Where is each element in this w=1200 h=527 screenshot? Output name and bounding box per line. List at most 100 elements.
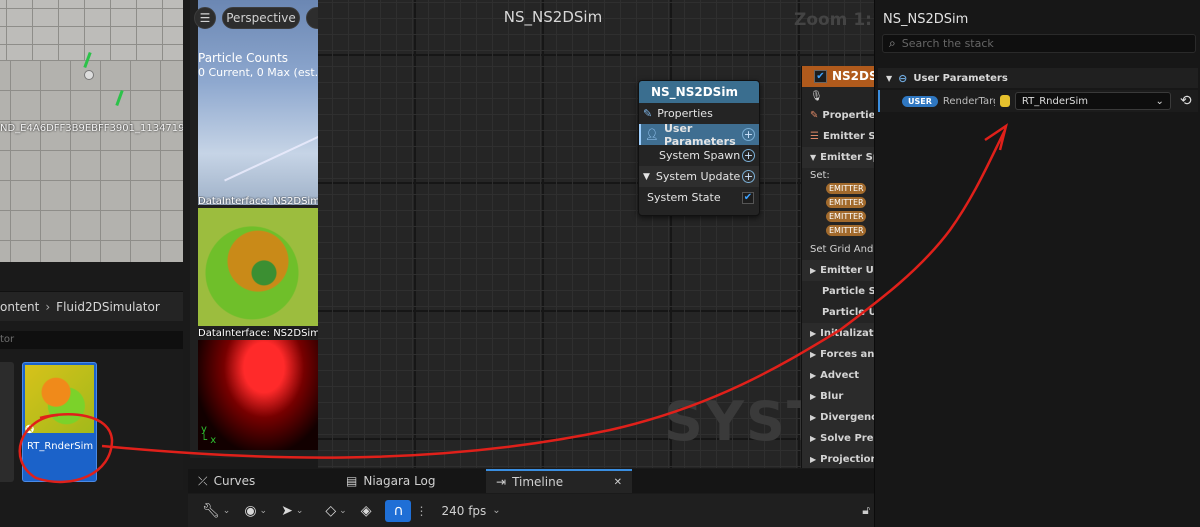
level-viewport[interactable]: ND_E4A6DFF3B9EBFF3901_1134719232 (0, 0, 183, 262)
wrench-icon[interactable]: 🔧︎ ⌄ (202, 503, 230, 519)
chevron-down-icon[interactable]: ⌄ (492, 505, 500, 516)
parameter-value: RT_RnderSim (1021, 95, 1088, 107)
sky-background (198, 0, 318, 205)
eye-icon[interactable]: ◉ ⌄ (244, 503, 267, 519)
tab-label: Curves (213, 474, 256, 488)
expand-arrow-icon[interactable]: ▶ (810, 266, 816, 275)
enabled-checkbox[interactable]: ✔ (742, 191, 754, 204)
stack-search-input[interactable]: ⌕ Search the stack (882, 34, 1196, 53)
timeline-icon: ⇥ (496, 475, 507, 489)
add-icon[interactable]: + (742, 149, 755, 162)
emitter-pin-icon: 🎙︎ (810, 90, 823, 102)
add-icon[interactable]: + (742, 128, 755, 141)
user-icon: 👤︎ (645, 128, 659, 141)
cursor-icon[interactable]: ➤ ⌄ (281, 503, 303, 519)
fps-select[interactable]: 240 fps (441, 504, 486, 518)
pencil-icon: ✎ (810, 110, 819, 121)
emitter-row-divergence[interactable]: ▶ Divergence (802, 407, 874, 428)
emitter-param-pill[interactable]: EMITTER (826, 197, 866, 208)
keyframe-icon[interactable]: ◇ ⌄ (325, 503, 346, 519)
snap-options-icon[interactable]: ⋮ (415, 504, 427, 518)
expand-arrow-icon[interactable]: ▶ (810, 455, 816, 464)
asset-tile-partial[interactable] (0, 362, 14, 482)
expand-arrow-icon[interactable]: ▶ (810, 329, 816, 338)
emitter-row-label: Particle Up (822, 307, 874, 318)
emitter-row-projection[interactable]: ▶ Projection (802, 449, 874, 468)
collapse-arrow-icon[interactable]: ▼ (643, 172, 650, 182)
chevron-down-icon: ⌄ (1155, 95, 1164, 107)
emitter-row-update[interactable]: ▶ Emitter Up (802, 260, 874, 281)
node-row-user-parameters[interactable]: 👤︎ User Parameters + (639, 122, 759, 148)
reset-arrow-icon[interactable]: ⟲ (1180, 93, 1192, 109)
chevron-right-icon: › (45, 299, 51, 314)
add-icon[interactable]: + (742, 170, 755, 183)
emitter-row-particle-update[interactable]: Particle Up (802, 302, 874, 323)
actor-icon[interactable] (84, 70, 94, 80)
section-user-parameters[interactable]: ▼ ⊖ User Parameters (878, 68, 1198, 88)
emitter-row-summary[interactable]: ☰Emitter Sum (802, 126, 874, 147)
emitter-row-set[interactable]: Set: (802, 168, 874, 183)
expand-arrow-icon[interactable]: ▶ (810, 350, 816, 359)
key-snap-icon[interactable]: ◈ (361, 503, 372, 519)
emitter-row-label: Initializati (820, 328, 874, 339)
expand-arrow-icon[interactable]: ▶ (810, 413, 816, 422)
emitter-row-particle-spawn[interactable]: Particle Sp (802, 281, 874, 302)
asset-tile-rt-rndersim[interactable]: ✪ RT_RnderSim (22, 362, 97, 482)
emitter-param-pill[interactable]: EMITTER (826, 225, 866, 236)
collapse-arrow-icon[interactable]: ▼ (886, 74, 892, 83)
breadcrumb-item[interactable]: ontent (0, 300, 39, 314)
parameter-value-select[interactable]: RT_RnderSim ⌄ (1014, 92, 1171, 110)
magnet-icon[interactable]: ∩ (385, 499, 412, 522)
content-filter-input[interactable]: tor (0, 331, 183, 349)
parameters-icon: ⊖ (898, 71, 908, 85)
section-label: User Parameters (913, 72, 1008, 84)
user-parameter-row[interactable]: USER RenderTarget RT_RnderSim ⌄ ⟲ (878, 90, 1198, 112)
view-mode-button[interactable]: Perspective (222, 7, 300, 29)
tab-niagara-log[interactable]: ▤ Niagara Log (338, 469, 486, 493)
hamburger-icon[interactable]: ☰ (194, 7, 216, 29)
emitter-row-label: Emitter Up (820, 265, 874, 276)
emitter-row-set-grid[interactable]: Set Grid And (802, 239, 874, 260)
emitter-row-label: Set: (810, 170, 830, 181)
expand-arrow-icon[interactable]: ▶ (810, 392, 816, 401)
emitter-row-label: Solve Pres (820, 433, 874, 444)
node-row-label: System Update (655, 170, 741, 183)
emitter-row-blur[interactable]: ▶ Blur (802, 386, 874, 407)
system-node[interactable]: NS_NS2DSim ✎ Properties 👤︎ User Paramete… (638, 80, 760, 216)
emitter-row-properties[interactable]: ✎Properties (802, 105, 874, 126)
emitter-row-label: Advect (820, 370, 860, 381)
emitter-row-label: Blur (820, 391, 844, 402)
close-icon[interactable]: ✕ (614, 477, 622, 488)
tab-timeline[interactable]: ⇥ Timeline ✕ (486, 469, 632, 493)
emitter-node[interactable]: ✔ NS2DS 🎙︎ ✎Properties ☰Emitter Sum ▼ Emi… (801, 66, 874, 468)
emitter-row-label: Properties (822, 110, 874, 121)
light-beam (224, 120, 318, 182)
node-row-system-spawn[interactable]: System Spawn + (639, 145, 759, 166)
node-row-system-state[interactable]: System State ✔ (639, 187, 759, 208)
expand-arrow-icon[interactable]: ▶ (810, 371, 816, 380)
data-interface-label: DataInterface: NS2DSim.R (198, 196, 320, 207)
emitter-row-init[interactable]: ▶ Initializati (802, 323, 874, 344)
emitter-row-label: Projection (820, 454, 874, 465)
breadcrumb-item[interactable]: Fluid2DSimulator (56, 300, 160, 314)
lock-icon[interactable]: 🔓︎ (862, 503, 870, 518)
emitter-param-pill[interactable]: EMITTER (826, 211, 866, 222)
emitter-row-label: Emitter Sum (822, 131, 874, 142)
emitter-enable-checkbox[interactable]: ✔ (814, 70, 827, 83)
emitter-row-label: Forces and (820, 349, 874, 360)
tab-label: Timeline (512, 475, 564, 489)
expand-arrow-icon[interactable]: ▶ (810, 434, 816, 443)
zoom-indicator: Zoom 1:1 (794, 10, 884, 30)
emitter-row-spawn[interactable]: ▼ Emitter Spa (802, 147, 874, 168)
collapse-arrow-icon[interactable]: ▼ (810, 153, 816, 162)
emitter-param-pill[interactable]: EMITTER (826, 183, 866, 194)
tab-label: Niagara Log (363, 474, 436, 488)
node-row-label: Properties (657, 107, 713, 120)
tab-curves[interactable]: ⤫ Curves (188, 469, 338, 493)
emitter-row-forces[interactable]: ▶ Forces and (802, 344, 874, 365)
panel-title: NS_NS2DSim (883, 12, 969, 27)
user-badge: USER (902, 95, 938, 107)
node-row-system-update[interactable]: ▼ System Update + (639, 166, 759, 187)
emitter-row-advect[interactable]: ▶ Advect (802, 365, 874, 386)
emitter-row-solve-pressure[interactable]: ▶ Solve Pres (802, 428, 874, 449)
